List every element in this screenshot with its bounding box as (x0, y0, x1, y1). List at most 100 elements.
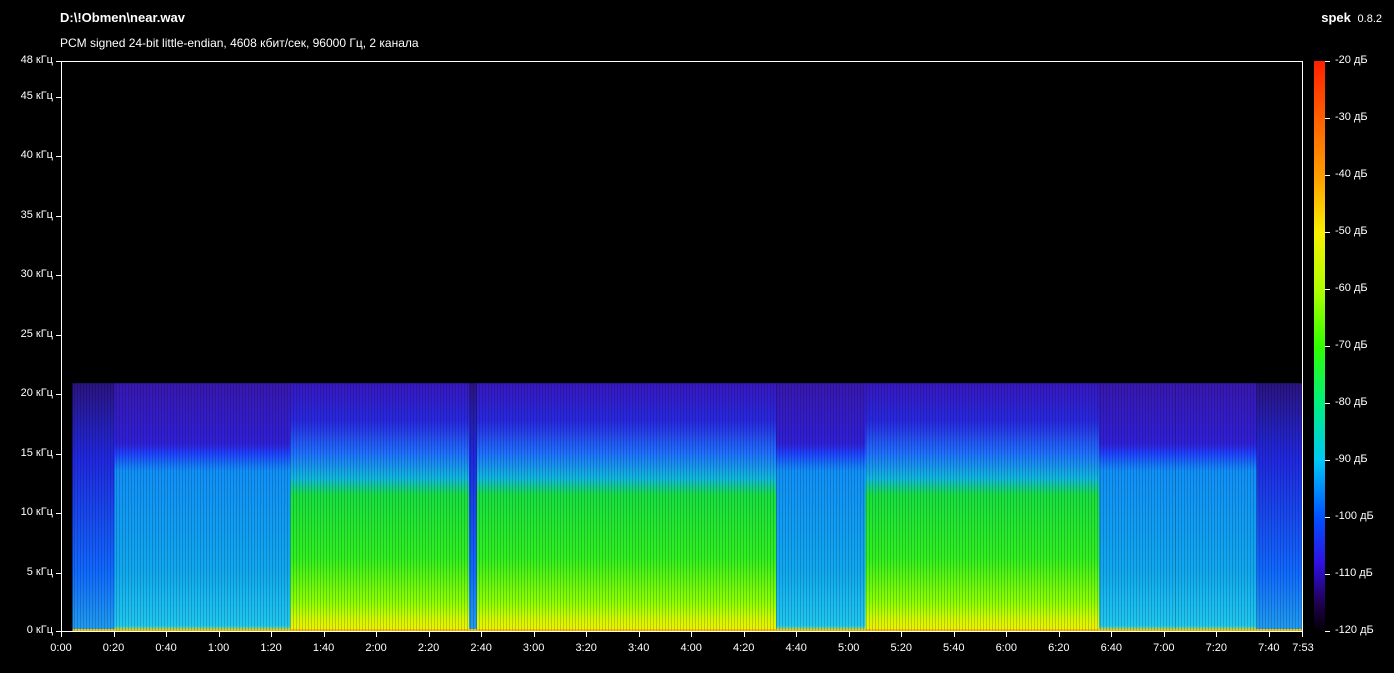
stream-info: PCM signed 24-bit little-endian, 4608 кб… (60, 36, 419, 50)
time-tick-label: 5:00 (838, 642, 860, 654)
db-tick-mark (1325, 403, 1330, 404)
time-tick-label: 5:20 (890, 642, 912, 654)
time-tick-mark (796, 632, 798, 637)
time-tick-mark (743, 632, 745, 637)
freq-tick-label: 25 кГц (20, 327, 53, 340)
time-tick-mark (1006, 632, 1008, 637)
time-tick-label: 7:20 (1205, 642, 1228, 654)
time-tick-mark (691, 632, 693, 637)
time-tick-label: 3:40 (627, 642, 650, 654)
db-tick-mark (1325, 175, 1330, 176)
freq-tick-mark (56, 453, 61, 455)
time-tick-mark (1302, 632, 1303, 637)
time-tick-label: 3:20 (575, 642, 597, 654)
freq-tick: 15 кГц (0, 447, 61, 459)
freq-tick: 40 кГц (0, 149, 61, 161)
time-tick-label: 6:00 (995, 642, 1017, 654)
app-brand: spek 0.8.2 (1321, 10, 1382, 25)
db-tick-label: -30 дБ (1335, 111, 1368, 123)
freq-tick-label: 15 кГц (20, 446, 53, 459)
freq-tick: 20 кГц (0, 387, 61, 399)
db-tick-label: -100 дБ (1335, 510, 1374, 522)
time-tick-label: 6:20 (1048, 642, 1070, 654)
time-tick-label: 4:40 (785, 642, 807, 654)
freq-tick: 25 кГц (0, 328, 61, 340)
time-tick-mark (586, 632, 588, 637)
time-tick-mark (218, 632, 220, 637)
time-tick-mark (1163, 632, 1165, 637)
freq-tick: 35 кГц (0, 209, 61, 221)
time-tick-label: 0:20 (102, 642, 125, 654)
db-tick-label: -70 дБ (1335, 339, 1368, 351)
time-tick-label: 2:20 (417, 642, 440, 654)
freq-tick-mark (56, 96, 61, 98)
db-tick-mark (1325, 118, 1330, 119)
db-tick-label: -110 дБ (1335, 567, 1373, 579)
time-tick-label: 0:40 (155, 642, 177, 654)
freq-tick-mark (56, 513, 61, 515)
db-tick-mark (1325, 232, 1330, 233)
time-tick-label: 2:40 (470, 642, 492, 654)
time-tick-label: 0:00 (50, 642, 72, 654)
file-path-title: D:\!Obmen\near.wav (60, 10, 185, 25)
time-tick-label: 6:40 (1100, 642, 1123, 654)
freq-tick: 5 кГц (0, 566, 61, 578)
db-tick-mark (1325, 574, 1330, 575)
db-tick-label: -120 дБ (1335, 624, 1374, 636)
freq-tick: 30 кГц (0, 268, 61, 280)
time-axis: 0:00 0:20 0:40 1:00 1:20 1:40 2:00 2:20 2:40 3:00… (50, 632, 1314, 662)
time-tick-mark (1058, 632, 1060, 637)
freq-tick: 48 кГц (0, 54, 61, 66)
db-colorbar (1314, 61, 1325, 632)
freq-tick-label: 10 кГц (20, 506, 53, 519)
freq-tick-label: 40 кГц (20, 149, 53, 162)
app-version: 0.8.2 (1357, 13, 1382, 25)
time-tick-mark (1216, 632, 1218, 637)
freq-tick-mark (56, 334, 61, 336)
freq-tick-label: 0 кГц (26, 624, 53, 636)
freq-tick-label: 48 кГц (20, 54, 53, 66)
freq-tick-label: 20 кГц (20, 387, 53, 400)
time-tick-label: 3:00 (522, 642, 545, 654)
db-tick-label: -90 дБ (1335, 453, 1368, 465)
time-tick-label: 1:40 (312, 642, 335, 654)
time-tick-mark (1268, 632, 1270, 637)
spectrogram-plot (61, 61, 1303, 632)
freq-tick-label: 30 кГц (20, 268, 53, 281)
db-tick-label: -40 дБ (1335, 168, 1368, 180)
time-tick-label: 4:20 (732, 642, 755, 654)
time-tick-mark (533, 632, 535, 637)
freq-tick-label: 35 кГц (20, 208, 53, 221)
app-name: spek (1321, 10, 1351, 25)
time-tick-mark (113, 632, 115, 637)
db-tick-label: -20 дБ (1335, 54, 1368, 66)
freq-tick-mark (56, 394, 61, 396)
freq-tick-label: 5 кГц (26, 565, 53, 578)
db-tick-mark (1325, 517, 1330, 518)
db-tick-label: -60 дБ (1335, 282, 1368, 294)
freq-tick: 45 кГц (0, 90, 61, 102)
time-tick-label: 2:00 (365, 642, 387, 654)
time-tick-label: 7:53 (1292, 642, 1314, 654)
freq-tick-label: 45 кГц (20, 89, 53, 102)
time-tick-mark (848, 632, 850, 637)
time-tick-mark (271, 632, 273, 637)
time-tick-mark (953, 632, 955, 637)
time-tick-mark (428, 632, 430, 637)
time-tick-mark (166, 632, 168, 637)
time-tick-mark (376, 632, 378, 637)
db-tick-mark (1325, 346, 1330, 347)
freq-tick-mark (56, 275, 61, 277)
db-tick-mark (1325, 460, 1330, 461)
freq-tick-mark (56, 61, 61, 62)
time-tick-label: 7:40 (1258, 642, 1280, 654)
freq-tick-mark (56, 572, 61, 574)
time-tick-label: 1:20 (260, 642, 282, 654)
db-tick-mark (1325, 631, 1330, 632)
time-tick-mark (323, 632, 325, 637)
db-tick-mark (1325, 61, 1330, 62)
time-tick-mark (61, 632, 62, 637)
freq-tick: 0 кГц (0, 624, 61, 636)
time-tick-label: 1:00 (207, 642, 230, 654)
db-tick-label: -50 дБ (1335, 225, 1368, 237)
